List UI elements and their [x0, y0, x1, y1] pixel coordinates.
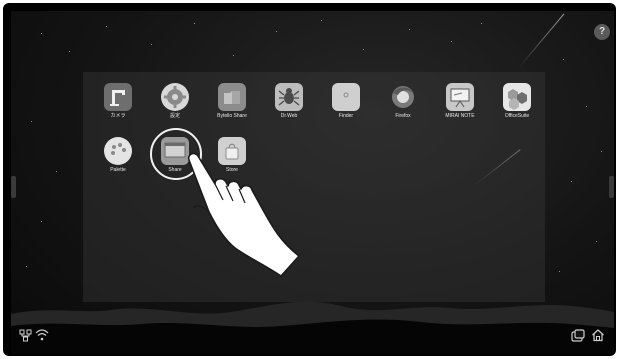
meteor-streak: [518, 13, 565, 68]
mountain-silhouette: [11, 301, 614, 354]
app-camera[interactable]: カメラ: [95, 83, 141, 119]
home-screen: カメラ 設定 Bytello Share Dr.Web Finder Firef…: [11, 11, 614, 354]
app-firefox[interactable]: Firefox: [380, 83, 426, 119]
spider-icon: [275, 83, 303, 111]
help-button[interactable]: ?: [594, 24, 610, 40]
whiteboard-icon: [446, 83, 474, 111]
app-label: OfficeSuite: [504, 113, 530, 119]
left-edge-handle[interactable]: [11, 176, 16, 198]
folder-icon: [218, 83, 246, 111]
app-mirai-note[interactable]: MIRAI NOTE: [437, 83, 483, 119]
app-label: Dr.Web: [280, 113, 298, 119]
wifi-icon[interactable]: [35, 329, 49, 341]
gear-icon: [161, 83, 189, 111]
app-label: 設定: [169, 113, 180, 119]
app-bytello-share[interactable]: Bytello Share: [209, 83, 255, 119]
display-bezel: カメラ 設定 Bytello Share Dr.Web Finder Firef…: [3, 3, 616, 356]
hand-pointer-icon: [187, 152, 300, 277]
app-palette[interactable]: Palette: [95, 137, 141, 173]
app-label: MIRAI NOTE: [445, 113, 475, 119]
network-icon[interactable]: [19, 329, 32, 342]
home-icon[interactable]: [591, 328, 605, 342]
app-label: Bytello Share: [217, 113, 247, 119]
app-officesuite[interactable]: OfficeSuite: [494, 83, 540, 119]
finder-icon: [332, 83, 360, 111]
palette-icon: [104, 137, 132, 165]
app-drweb[interactable]: Dr.Web: [266, 83, 312, 119]
firefox-icon: [389, 83, 417, 111]
app-label: Palette: [110, 167, 126, 173]
right-edge-handle[interactable]: [609, 176, 614, 198]
app-label: Finder: [338, 113, 354, 119]
app-finder[interactable]: Finder: [323, 83, 369, 119]
app-label: Firefox: [395, 113, 411, 119]
app-settings[interactable]: 設定: [152, 83, 198, 119]
hexagon-icon: [503, 83, 531, 111]
camera-icon: [104, 83, 132, 111]
app-label: カメラ: [110, 113, 126, 119]
window-switch-icon[interactable]: [571, 329, 585, 342]
